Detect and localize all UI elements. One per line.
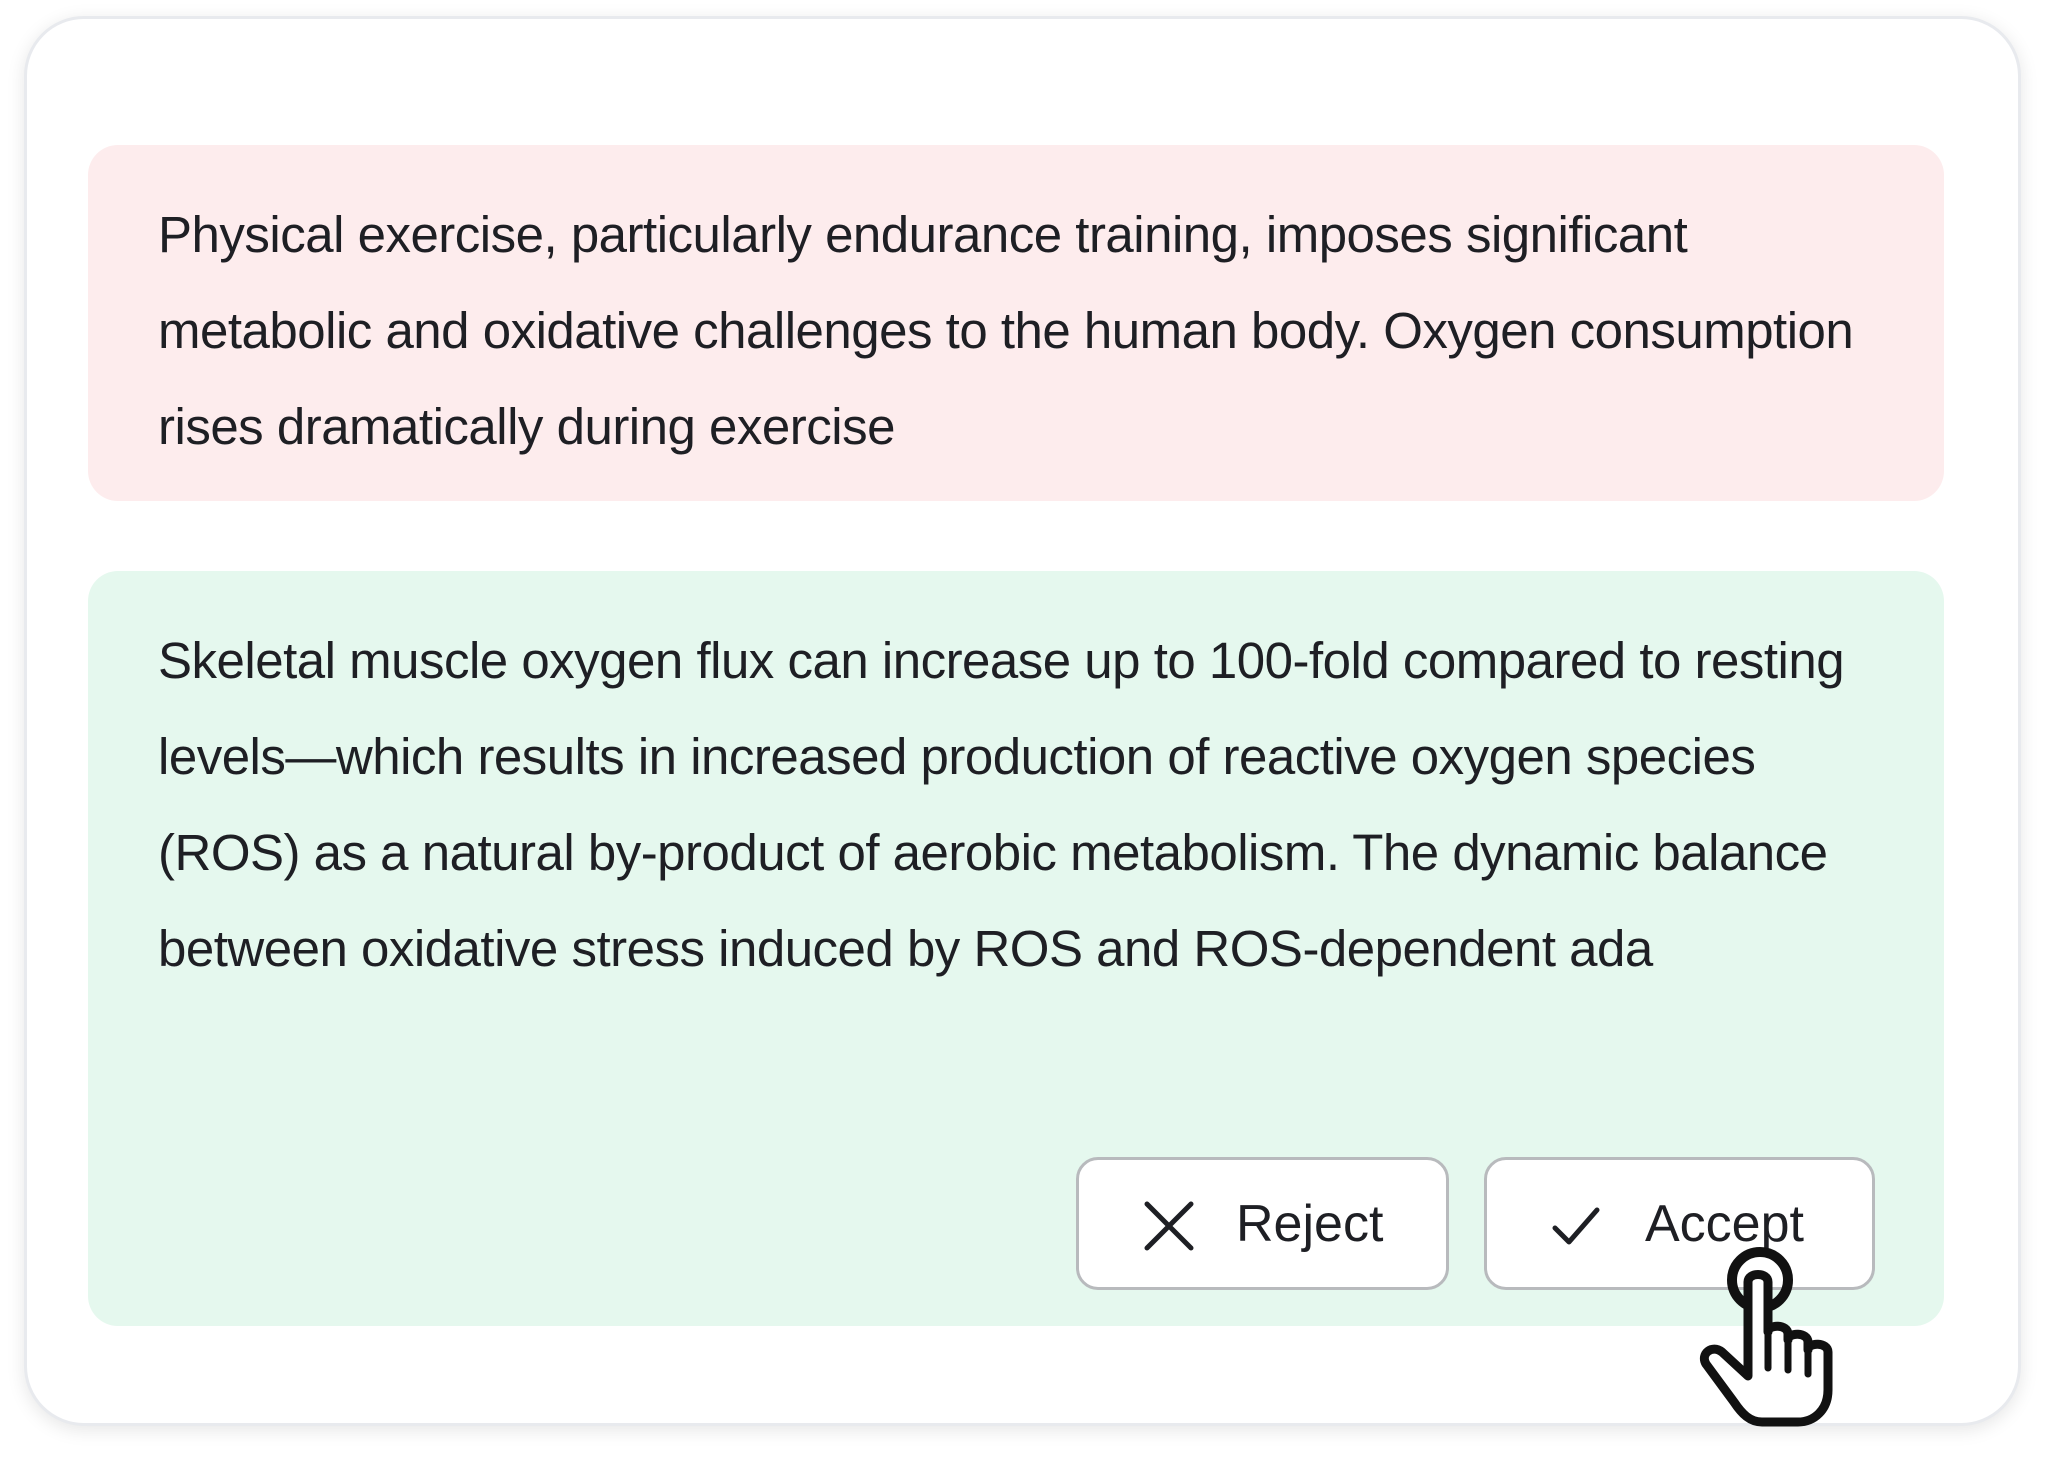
close-icon: [1144, 1201, 1194, 1251]
accept-label: Accept: [1645, 1195, 1804, 1253]
removed-text: Physical exercise, particularly enduranc…: [158, 206, 1854, 455]
reject-label: Reject: [1236, 1195, 1384, 1253]
removed-text-panel: Physical exercise, particularly enduranc…: [88, 145, 1944, 501]
accept-button[interactable]: Accept: [1484, 1157, 1875, 1290]
check-icon: [1552, 1207, 1600, 1245]
added-text: Skeletal muscle oxygen flux can increase…: [158, 632, 1845, 977]
reject-button[interactable]: Reject: [1076, 1157, 1449, 1290]
